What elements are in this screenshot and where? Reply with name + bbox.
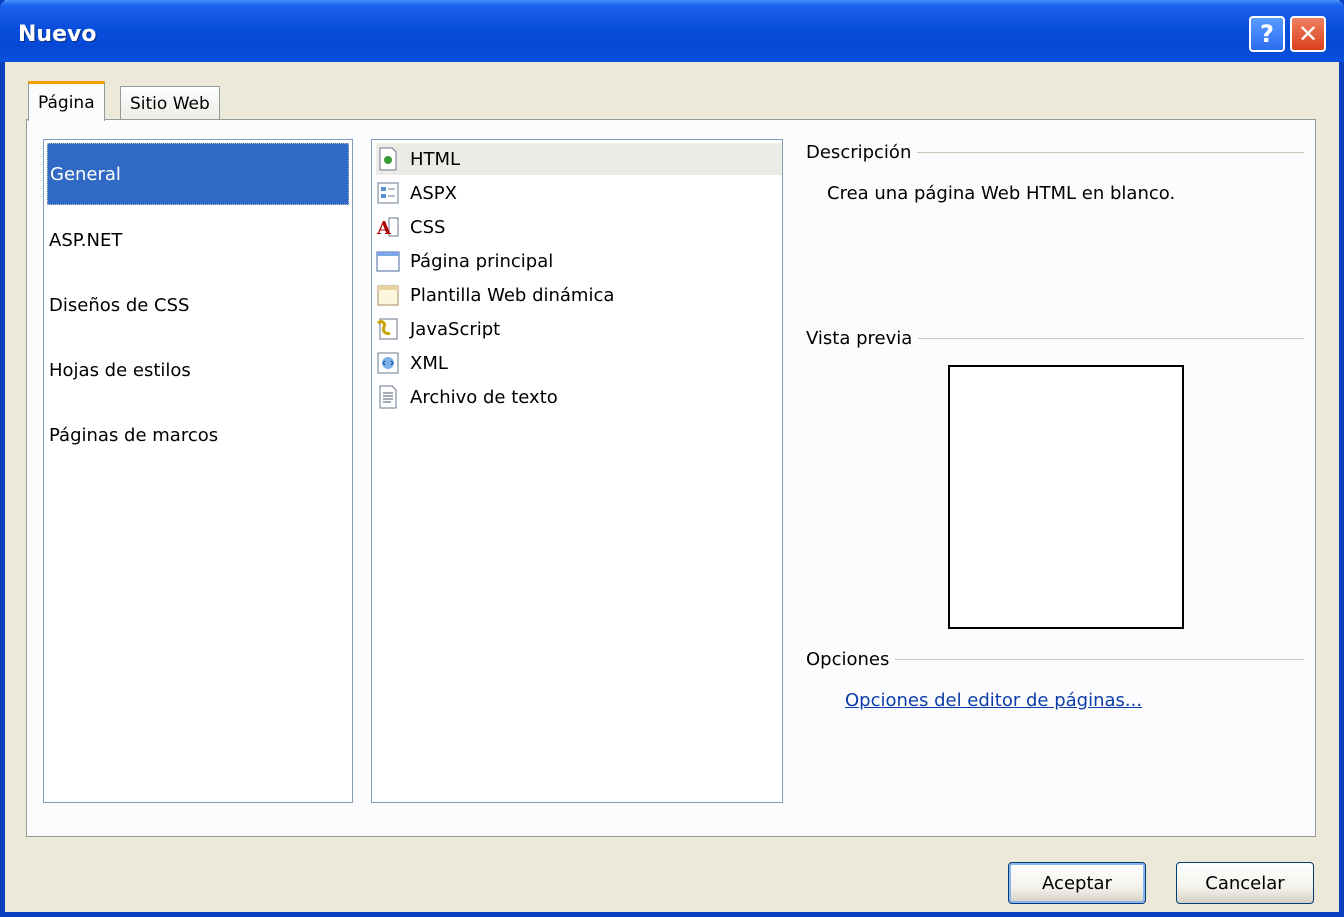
template-label: HTML <box>410 148 461 170</box>
category-label: Hojas de estilos <box>49 359 191 381</box>
description-title: Descripción <box>806 142 918 163</box>
accept-label: Aceptar <box>1042 872 1112 894</box>
html-page-icon <box>379 147 397 171</box>
preview-box <box>948 365 1184 629</box>
close-icon: ✕ <box>1297 20 1319 48</box>
category-frames-pages[interactable]: Páginas de marcos <box>47 404 349 466</box>
template-list[interactable]: HTML ASPX A CSS Página principal Plantil… <box>371 139 783 803</box>
tab-sitio-web[interactable]: Sitio Web <box>120 86 220 120</box>
window-title: Nuevo <box>18 22 97 47</box>
template-css[interactable]: A CSS <box>376 211 782 243</box>
template-html[interactable]: HTML <box>376 143 782 175</box>
title-bar[interactable] <box>0 0 1344 62</box>
master-page-icon <box>376 251 400 272</box>
cancel-label: Cancelar <box>1205 872 1285 894</box>
help-icon: ? <box>1260 20 1274 48</box>
template-label: ASPX <box>410 182 457 204</box>
category-general[interactable]: General <box>47 143 349 205</box>
category-label: Diseños de CSS <box>49 294 190 316</box>
category-css-layouts[interactable]: Diseños de CSS <box>47 274 349 336</box>
template-label: XML <box>410 352 448 374</box>
description-text: Crea una página Web HTML en blanco. <box>827 183 1176 204</box>
cancel-button[interactable]: Cancelar <box>1176 862 1314 904</box>
xml-file-icon <box>377 352 399 374</box>
category-label: General <box>50 163 121 185</box>
tab-pagina-label: Página <box>38 92 95 113</box>
close-button[interactable]: ✕ <box>1290 16 1326 52</box>
javascript-file-icon <box>377 318 398 340</box>
dynamic-template-icon <box>377 285 399 306</box>
category-list[interactable]: General ASP.NET Diseños de CSS Hojas de … <box>43 139 353 803</box>
category-label: ASP.NET <box>49 229 123 251</box>
template-xml[interactable]: XML <box>376 347 782 379</box>
template-javascript[interactable]: JavaScript <box>376 313 782 345</box>
category-label: Páginas de marcos <box>49 424 219 446</box>
template-label: Plantilla Web dinámica <box>410 284 615 306</box>
template-dynamic-web[interactable]: Plantilla Web dinámica <box>376 279 782 311</box>
aspx-page-icon <box>377 182 399 204</box>
options-title: Opciones <box>806 649 896 670</box>
template-aspx[interactable]: ASPX <box>376 177 782 209</box>
template-text-file[interactable]: Archivo de texto <box>376 381 782 413</box>
tab-sitio-web-label: Sitio Web <box>130 93 210 114</box>
help-button[interactable]: ? <box>1249 16 1285 52</box>
template-label: Archivo de texto <box>410 386 558 408</box>
page-editor-options-link[interactable]: Opciones del editor de páginas... <box>845 690 1142 711</box>
category-aspnet[interactable]: ASP.NET <box>47 209 349 271</box>
template-label: JavaScript <box>410 318 501 340</box>
accept-button[interactable]: Aceptar <box>1008 862 1146 904</box>
template-label: Página principal <box>410 250 554 272</box>
tab-pagina[interactable]: Página <box>28 81 105 121</box>
css-file-icon: A <box>376 217 399 239</box>
preview-title: Vista previa <box>806 328 919 349</box>
text-file-icon <box>379 385 397 409</box>
template-master-page[interactable]: Página principal <box>376 245 782 277</box>
category-style-sheets[interactable]: Hojas de estilos <box>47 339 349 401</box>
template-label: CSS <box>410 216 446 238</box>
svg-text:A: A <box>376 218 392 239</box>
